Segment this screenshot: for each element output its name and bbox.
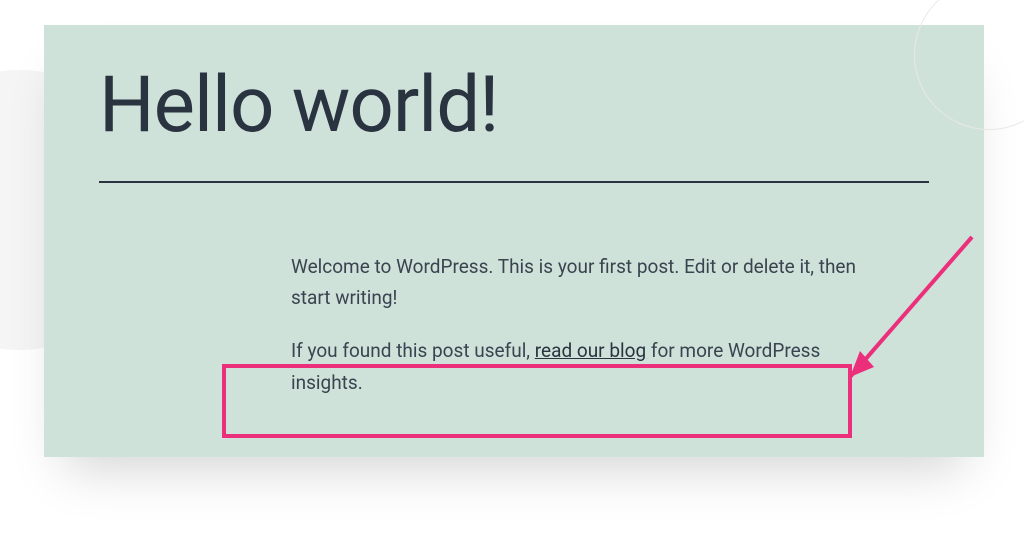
intro-paragraph: Welcome to WordPress. This is your first… <box>291 251 891 314</box>
post-content: Welcome to WordPress. This is your first… <box>291 251 891 398</box>
title-divider <box>99 181 929 183</box>
cta-prefix: If you found this post useful, <box>291 339 535 362</box>
read-blog-link[interactable]: read our blog <box>535 339 646 362</box>
cta-paragraph: If you found this post useful, read our … <box>291 335 891 398</box>
post-title: Hello world! <box>99 63 929 149</box>
post-card: Hello world! Welcome to WordPress. This … <box>44 25 984 457</box>
